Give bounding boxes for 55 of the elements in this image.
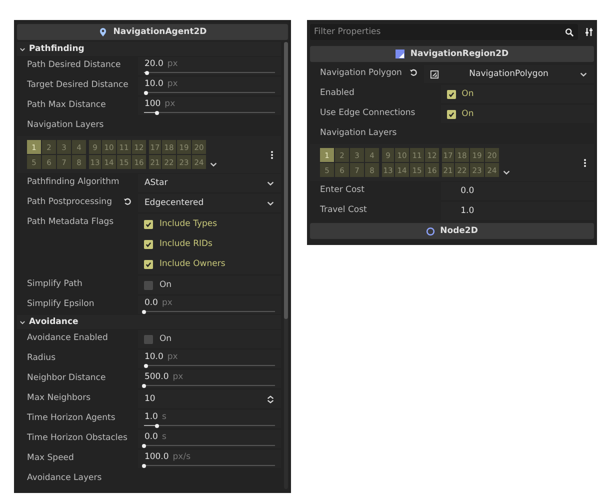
spin-arrows-icon [266,394,275,404]
property-label: Avoidance Enabled [26,332,109,345]
checkbox-label: On [462,109,474,119]
node-header: Node2D [310,223,594,239]
property-label: Target Desired Distance [26,79,130,92]
reset-icon[interactable] [408,68,418,77]
location-pin-icon [98,27,108,37]
checkbox[interactable] [446,90,456,98]
flag-label: Include RIDs [159,239,212,249]
property-label: Use Edge Connections [319,107,416,120]
node-header: NavigationRegion2D [310,46,594,62]
checkbox[interactable] [144,280,154,290]
property-label: Radius [26,352,57,365]
node-header: NavigationAgent2D [17,24,288,40]
scrollbar[interactable] [284,42,288,489]
property-label: Max Speed [26,452,75,465]
flag-label: Include Types [159,219,218,229]
checkbox-label: On [159,334,172,344]
property-label: Path Postprocessing [17,193,138,213]
property-label: Enabled [319,87,356,100]
property-label: Simplify Path [26,278,84,291]
checkbox[interactable] [144,260,154,268]
checkbox-label: On [159,280,172,290]
checkbox[interactable] [144,240,154,248]
property-label: Navigation Layers [26,119,105,132]
checkbox[interactable] [144,334,154,344]
sliders-icon[interactable] [584,27,594,37]
filter-field[interactable]: Filter Properties [310,24,578,40]
polygon-edit-icon [430,70,439,78]
checkbox-label: On [462,89,474,99]
property-label: Simplify Epsilon [26,298,96,311]
property-label: Travel Cost [319,204,368,217]
property-label: Path Desired Distance [26,59,122,72]
property-label: Navigation Polygon [310,64,424,84]
search-icon [565,28,574,36]
property-label: Pathfinding Algorithm [26,176,120,189]
section-header[interactable]: Pathfinding [17,42,281,56]
circle-icon [426,226,436,236]
property-label: Enter Cost [319,184,366,197]
property-label: Neighbor Distance [26,372,107,385]
polygon-icon [395,49,406,59]
chevron-down-icon [502,168,511,177]
property-label: Max Neighbors [26,392,92,405]
section-header[interactable]: Avoidance [17,315,281,329]
property-label: Avoidance Layers [26,472,103,485]
reset-icon[interactable] [123,197,132,206]
property-label: Time Horizon Agents [26,412,116,425]
checkbox[interactable] [144,220,154,228]
chevron-down-icon [209,160,218,169]
flag-label: Include Owners [159,259,226,269]
property-label: Path Max Distance [26,99,107,112]
property-label: Path Metadata Flags [26,216,115,229]
property-label: Time Horizon Obstacles [26,432,128,445]
property-label: Navigation Layers [319,127,398,140]
checkbox[interactable] [446,110,456,118]
